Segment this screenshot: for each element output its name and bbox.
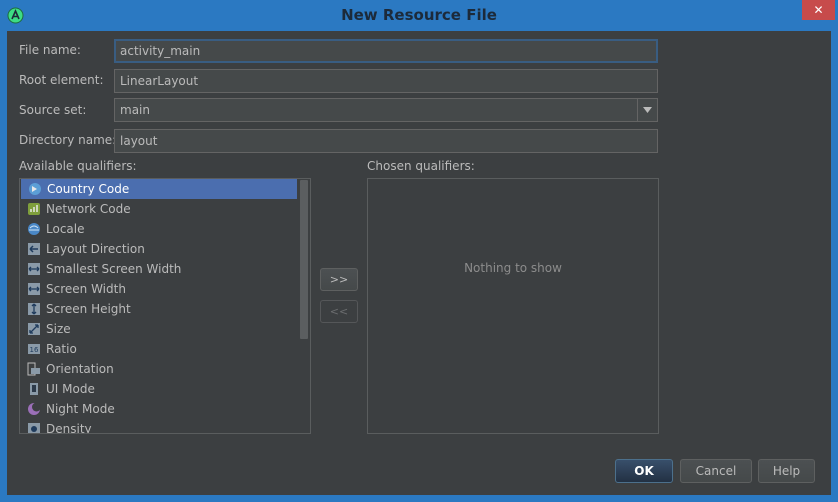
qualifier-label: Layout Direction [46, 242, 145, 256]
size-icon [28, 323, 40, 335]
night-mode-icon [28, 402, 41, 415]
qualifier-label: UI Mode [46, 382, 95, 396]
dialog-content: File name: activity_main Root element: L… [7, 31, 831, 495]
file-name-field[interactable]: activity_main [114, 39, 658, 63]
list-item[interactable]: Smallest Screen Width [20, 259, 296, 279]
list-item[interactable]: Night Mode [20, 399, 296, 419]
add-qualifier-button[interactable]: >> [320, 268, 358, 291]
qualifier-label: Locale [46, 222, 85, 236]
list-item[interactable]: UI Mode [20, 379, 296, 399]
layout-direction-icon [28, 243, 40, 255]
ok-button[interactable]: OK [615, 459, 673, 483]
qualifier-label: Night Mode [46, 402, 115, 416]
available-qualifiers-label: Available qualifiers: [19, 159, 137, 173]
source-set-label: Source set: [19, 103, 87, 117]
list-item[interactable]: Network Code [20, 199, 296, 219]
root-element-field[interactable]: LinearLayout [114, 69, 658, 93]
cancel-button[interactable]: Cancel [680, 459, 752, 483]
qualifier-label: Size [46, 322, 71, 336]
smallest-screen-width-icon [28, 263, 40, 275]
window-frame-left [0, 31, 7, 502]
chevron-down-icon [643, 107, 652, 113]
available-qualifiers-list[interactable]: Country Code Network Code Locale Layout Dir… [19, 178, 311, 434]
qualifier-label: Country Code [47, 182, 130, 196]
list-item[interactable]: Locale [20, 219, 296, 239]
source-set-value: main [120, 103, 150, 117]
remove-qualifier-button[interactable]: << [320, 300, 358, 323]
list-item[interactable]: Screen Height [20, 299, 296, 319]
orientation-icon [27, 362, 40, 376]
dropdown-arrow[interactable] [637, 99, 657, 121]
svg-text:16: 16 [30, 346, 39, 354]
list-item[interactable]: Screen Width [20, 279, 296, 299]
window-frame-right [831, 31, 838, 502]
qualifier-label: Screen Height [46, 302, 131, 316]
directory-name-label: Directory name: [19, 133, 117, 147]
qualifier-label: Network Code [46, 202, 131, 216]
network-code-icon [28, 203, 40, 215]
ui-mode-icon [30, 383, 38, 395]
density-icon [28, 423, 40, 433]
chosen-qualifiers-list[interactable]: Nothing to show [367, 178, 659, 434]
ratio-icon: 16 [28, 344, 40, 354]
empty-list-message: Nothing to show [464, 261, 562, 275]
locale-icon [28, 223, 40, 235]
chosen-qualifiers-label: Chosen qualifiers: [367, 159, 475, 173]
root-element-label: Root element: [19, 73, 104, 87]
window-frame-bottom [0, 495, 838, 502]
list-item[interactable]: 16 Ratio [20, 339, 296, 359]
screen-height-icon [28, 303, 40, 315]
screen-width-icon [28, 283, 40, 295]
close-icon: ✕ [813, 3, 824, 17]
list-item[interactable]: Layout Direction [20, 239, 296, 259]
qualifier-label: Smallest Screen Width [46, 262, 182, 276]
qualifier-label: Orientation [46, 362, 114, 376]
scrollbar-thumb[interactable] [300, 180, 308, 339]
list-item[interactable]: Orientation [20, 359, 296, 379]
close-button[interactable]: ✕ [802, 0, 835, 20]
scrollbar[interactable] [298, 179, 310, 433]
directory-name-field[interactable]: layout [114, 129, 658, 153]
qualifier-label: Screen Width [46, 282, 126, 296]
list-item[interactable]: Density [20, 419, 296, 434]
directory-name-value: layout [120, 134, 158, 148]
qualifier-label: Ratio [46, 342, 77, 356]
help-button[interactable]: Help [758, 459, 815, 483]
title-bar: New Resource File ✕ [0, 0, 838, 31]
list-item[interactable]: Size [20, 319, 296, 339]
list-item[interactable]: Country Code [21, 179, 297, 199]
country-code-icon [29, 183, 41, 195]
root-element-value: LinearLayout [120, 74, 199, 88]
source-set-dropdown[interactable]: main [114, 98, 658, 122]
window-title: New Resource File [341, 6, 497, 24]
file-name-value: activity_main [120, 44, 201, 58]
file-name-label: File name: [19, 43, 81, 57]
qualifier-label: Density [46, 422, 92, 434]
